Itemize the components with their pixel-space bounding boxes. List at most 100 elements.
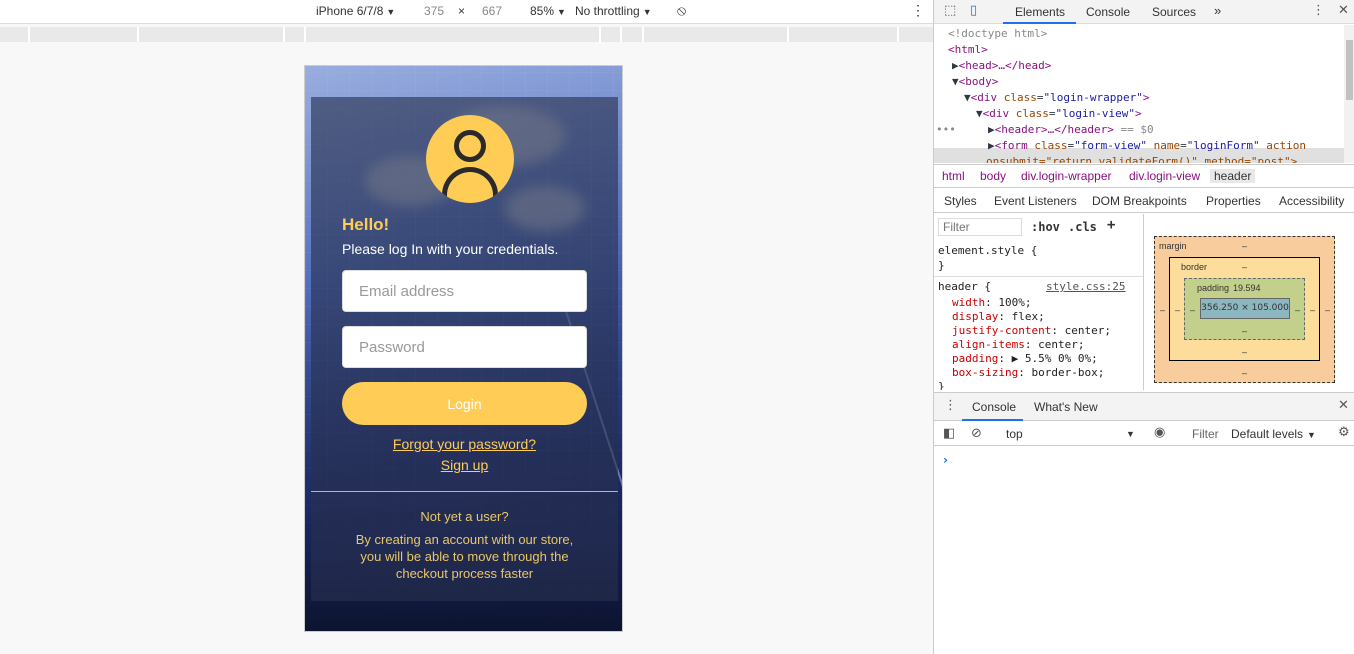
css-property-name: justify-content: [952, 324, 1052, 337]
tab-console[interactable]: Console: [1086, 5, 1130, 19]
dom-doctype[interactable]: <!doctype html>: [948, 26, 1047, 42]
css-property[interactable]: display: flex;: [952, 310, 1045, 323]
breadcrumb-html[interactable]: html: [938, 169, 969, 183]
log-levels-value: Default levels: [1231, 427, 1304, 441]
show-sidebar-icon[interactable]: ◧: [943, 426, 955, 441]
stylesheet-link[interactable]: style.css:25: [1046, 280, 1125, 293]
more-options-icon[interactable]: ⋮: [911, 2, 925, 19]
password-field[interactable]: [342, 326, 587, 368]
dom-head-node[interactable]: ▶<head>…</head>: [952, 58, 1051, 74]
sign-up-link[interactable]: Sign up: [311, 457, 618, 473]
width-input[interactable]: 375: [424, 4, 444, 18]
breadcrumb-login-wrapper[interactable]: div.login-wrapper: [1017, 169, 1116, 183]
breadcrumb-header[interactable]: header: [1210, 169, 1256, 183]
node-actions-icon[interactable]: •••: [936, 122, 956, 138]
ruler-segment: [28, 27, 30, 42]
collapse-arrow-icon[interactable]: ▼: [964, 91, 971, 104]
expand-arrow-icon[interactable]: ▶: [988, 123, 995, 136]
dom-login-view-node[interactable]: ▼<div class="login-view">: [976, 106, 1142, 122]
drawer-menu-icon[interactable]: ⋮: [944, 398, 957, 413]
tab-accessibility[interactable]: Accessibility: [1279, 194, 1344, 208]
collapse-arrow-icon[interactable]: ▼: [952, 75, 959, 88]
close-icon[interactable]: ✕: [1338, 3, 1349, 18]
dom-attr-value: "login-view": [1055, 107, 1135, 120]
element-style-rule[interactable]: element.style {: [938, 244, 1037, 257]
rotate-icon[interactable]: ⦸: [677, 2, 686, 19]
dom-form-node[interactable]: ▶<form class="form-view" name="loginForm…: [988, 138, 1306, 154]
drawer-tab-whats-new[interactable]: What's New: [1034, 400, 1098, 414]
console-prompt[interactable]: ›: [943, 453, 948, 467]
css-property-value: ▶ 5.5% 0% 0%;: [1011, 352, 1098, 365]
eye-icon[interactable]: ◉: [1154, 425, 1165, 440]
margin-left-value: –: [1160, 305, 1166, 315]
dom-header-node[interactable]: ▶<header>…</header> == $0: [988, 122, 1154, 138]
css-property[interactable]: padding: ▶ 5.5% 0% 0%;: [952, 352, 1098, 365]
margin-top-value: –: [1242, 241, 1248, 251]
dom-attr-value: "loginForm": [1186, 139, 1260, 152]
login-panel: Hello! Please log In with your credentia…: [311, 97, 618, 601]
drawer-tab-console[interactable]: Console: [972, 400, 1016, 414]
devtools-tab-bar: ⬚ ▯ Elements Console Sources » ⋮ ✕: [934, 0, 1354, 24]
device-select[interactable]: iPhone 6/7/8 ▼: [316, 4, 395, 18]
dom-scrollbar-thumb[interactable]: [1346, 40, 1353, 100]
breadcrumb-body[interactable]: body: [976, 169, 1010, 183]
login-button[interactable]: Login: [342, 382, 587, 425]
height-input[interactable]: 667: [482, 4, 502, 18]
add-rule-button[interactable]: +: [1107, 217, 1115, 233]
console-filter-input[interactable]: Filter: [1192, 427, 1219, 441]
clear-console-icon[interactable]: ⊘: [971, 426, 982, 441]
tab-properties[interactable]: Properties: [1206, 194, 1261, 208]
collapse-arrow-icon[interactable]: ▼: [976, 107, 983, 120]
dom-body-tag: <body>: [958, 75, 999, 88]
border-right-value: –: [1310, 305, 1316, 315]
css-property[interactable]: box-sizing: border-box;: [952, 366, 1104, 379]
media-query-ruler[interactable]: [0, 27, 933, 42]
gear-icon[interactable]: ⚙: [1338, 425, 1350, 440]
css-property[interactable]: align-items: center;: [952, 338, 1084, 351]
log-levels-select[interactable]: Default levels ▼: [1231, 427, 1316, 441]
more-options-icon[interactable]: ⋮: [1312, 3, 1325, 18]
tab-dom-breakpoints[interactable]: DOM Breakpoints: [1092, 194, 1187, 208]
dom-attr-name: name: [1153, 139, 1181, 152]
hover-state-toggle[interactable]: :hov: [1031, 220, 1060, 234]
inspect-element-icon[interactable]: ⬚: [944, 3, 956, 18]
box-model-content-size[interactable]: 356.250 × 105.000: [1200, 298, 1290, 319]
dom-html-node[interactable]: <html>: [948, 42, 988, 58]
header-rule-selector[interactable]: header {: [938, 280, 991, 293]
rule-close: }: [938, 259, 945, 272]
breadcrumb-login-view[interactable]: div.login-view: [1125, 169, 1204, 183]
context-select[interactable]: top ▼: [1006, 427, 1135, 441]
dom-attr-name: class: [1034, 139, 1068, 152]
device-toolbar: iPhone 6/7/8 ▼ 375 × 667 85% ▼ No throttli…: [0, 0, 933, 24]
dom-tree: <!doctype html> <html> ▶<head>…</head> ▼…: [934, 25, 1344, 163]
box-model-diagram: margin – – – – border – – – – padding 19…: [1145, 214, 1354, 390]
expand-arrow-icon[interactable]: ▶: [988, 139, 995, 152]
tab-styles[interactable]: Styles: [944, 194, 977, 208]
email-field[interactable]: [342, 270, 587, 312]
caret-down-icon: ▼: [1307, 430, 1316, 440]
css-property[interactable]: justify-content: center;: [952, 324, 1111, 337]
avatar-body: [442, 167, 498, 203]
tab-event-listeners[interactable]: Event Listeners: [994, 194, 1077, 208]
caret-down-icon: ▼: [642, 7, 652, 17]
more-tabs-icon[interactable]: »: [1214, 3, 1221, 18]
device-toolbar-icon[interactable]: ▯: [970, 3, 977, 18]
throttling-select[interactable]: No throttling ▼: [575, 4, 652, 18]
selected-node-marker: == $0: [1120, 123, 1154, 136]
zoom-select[interactable]: 85% ▼: [530, 4, 566, 18]
class-toggle[interactable]: .cls: [1068, 220, 1097, 234]
dom-body-node[interactable]: ▼<body>: [952, 74, 998, 90]
close-drawer-icon[interactable]: ✕: [1338, 398, 1349, 413]
styles-filter-input[interactable]: [938, 218, 1022, 236]
greeting-heading: Hello!: [342, 215, 390, 234]
caret-down-icon: ▼: [557, 7, 566, 17]
tab-sources[interactable]: Sources: [1152, 5, 1196, 19]
avatar-head: [454, 130, 486, 162]
expand-arrow-icon[interactable]: ▶: [952, 59, 959, 72]
css-property[interactable]: width: 100%;: [952, 296, 1032, 309]
css-property-value: flex;: [1011, 310, 1045, 323]
forgot-password-link[interactable]: Forgot your password?: [311, 436, 618, 452]
tab-elements[interactable]: Elements: [1015, 5, 1065, 19]
dom-login-wrapper-node[interactable]: ▼<div class="login-wrapper">: [964, 90, 1149, 106]
devtools-panel: ⬚ ▯ Elements Console Sources » ⋮ ✕ <!doc…: [933, 0, 1354, 654]
